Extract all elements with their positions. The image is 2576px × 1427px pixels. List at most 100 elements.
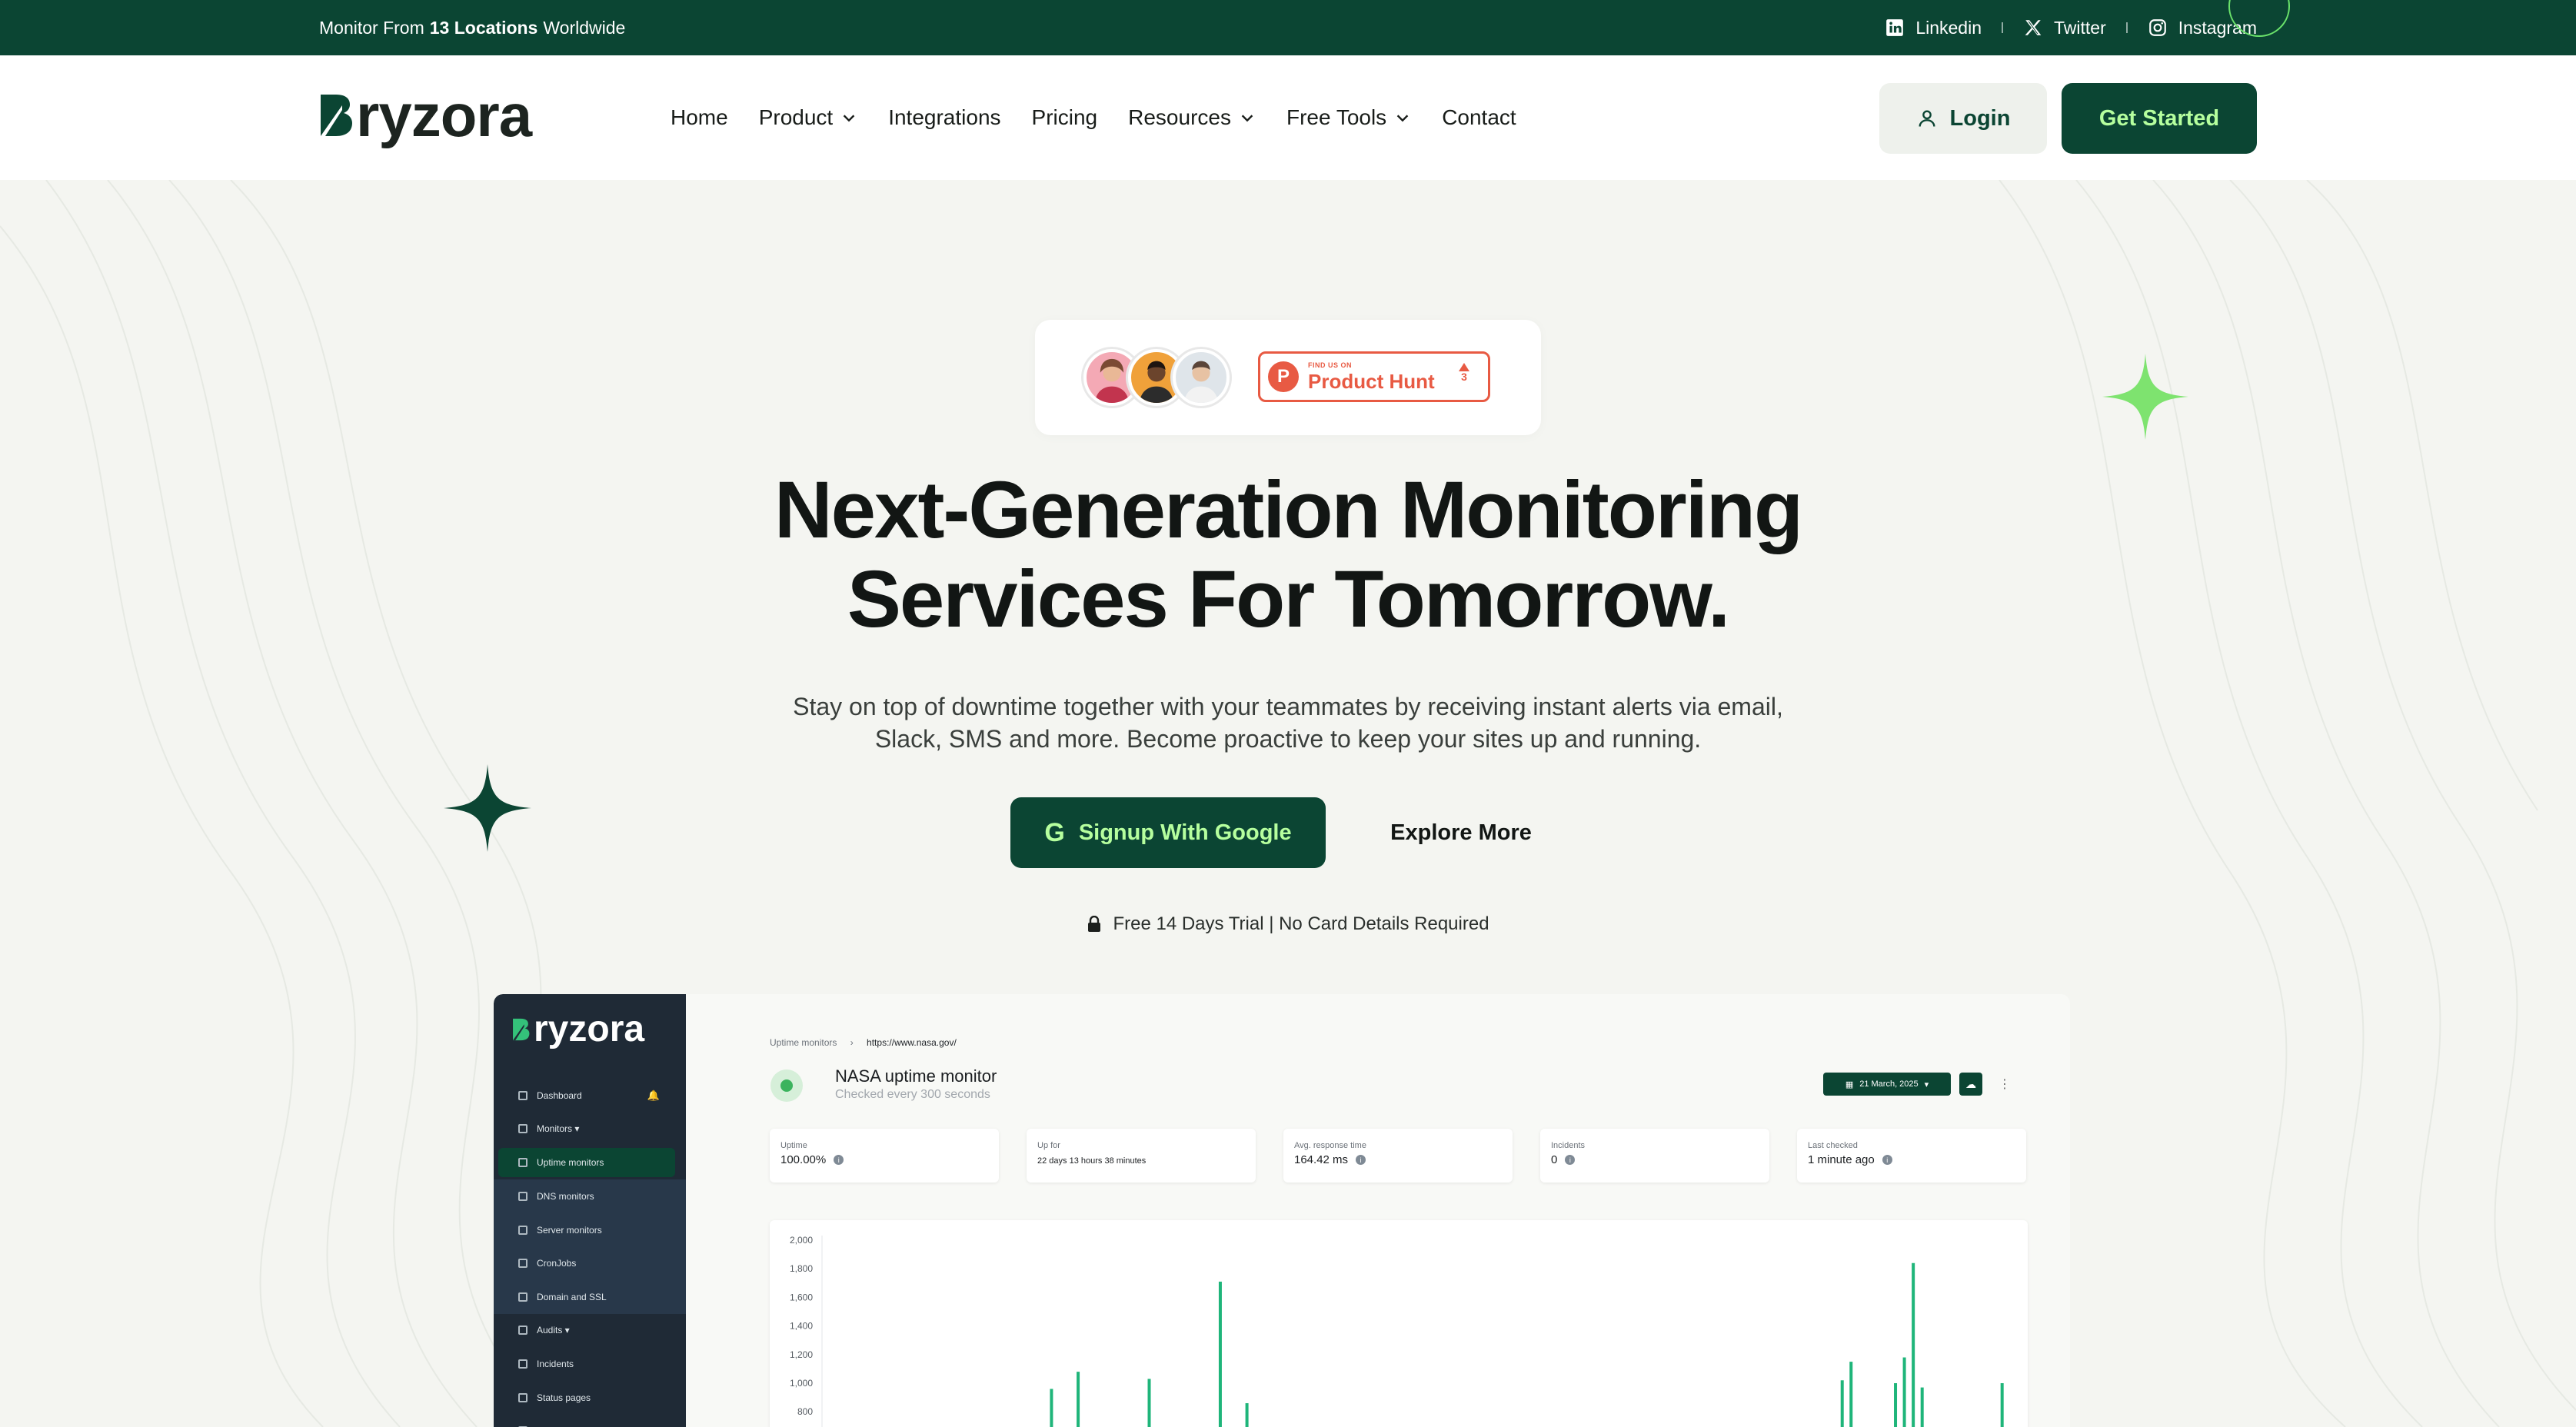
info-icon[interactable]: i	[1356, 1155, 1366, 1165]
login-button[interactable]: Login	[1879, 83, 2047, 154]
user-avatars	[1083, 349, 1230, 406]
logo[interactable]: ryzora	[319, 81, 532, 149]
stat-label: Up for	[1037, 1141, 1060, 1150]
get-started-label: Get Started	[2098, 105, 2220, 131]
sidebar-item-label: Incidents	[537, 1358, 574, 1369]
chart-bar[interactable]	[1077, 1372, 1080, 1427]
chevron-down-icon	[1241, 115, 1253, 122]
sidebar-item[interactable]: Uptime monitors	[498, 1148, 675, 1178]
nav-contact[interactable]: Contact	[1442, 105, 1516, 130]
sidebar-item[interactable]: Status pages	[494, 1381, 686, 1415]
stat-value-row: 164.42 ms i	[1294, 1153, 1502, 1166]
sidebar-item[interactable]: Monitors ▾	[494, 1113, 686, 1146]
linkedin-link[interactable]: Linkedin	[1885, 18, 1982, 38]
sidebar-item-icon	[518, 1158, 528, 1168]
explore-more-button[interactable]: Explore More	[1353, 797, 1569, 868]
info-icon[interactable]: i	[834, 1155, 844, 1165]
info-icon[interactable]: i	[1565, 1155, 1576, 1165]
breadcrumb-current: https://www.nasa.gov/	[867, 1037, 957, 1048]
nav-home[interactable]: Home	[671, 105, 728, 130]
sidebar-item-label: Status pages	[537, 1392, 591, 1403]
nav-free-tools[interactable]: Free Tools	[1286, 105, 1411, 130]
y-tick-label: 2,000	[790, 1235, 813, 1246]
chart-bar[interactable]	[1894, 1383, 1898, 1427]
stat-uptime: Uptime 100.00% i	[770, 1129, 999, 1183]
nav-label: Home	[671, 105, 728, 129]
chevron-down-icon	[1396, 115, 1409, 122]
sidebar-item[interactable]: Projects	[494, 1414, 686, 1427]
sidebar-item-label: Server monitors	[537, 1224, 602, 1236]
get-started-button[interactable]: Get Started	[2062, 83, 2257, 154]
twitter-link[interactable]: Twitter	[2023, 18, 2106, 38]
sidebar-item[interactable]: DNS monitors	[494, 1179, 686, 1213]
y-tick-label: 1,800	[790, 1263, 813, 1274]
product-hunt-small-text: FIND US ON	[1308, 361, 1353, 369]
sidebar-item[interactable]: Domain and SSL	[494, 1279, 686, 1314]
stat-last-checked: Last checked 1 minute ago i	[1797, 1129, 2026, 1183]
avatar	[1173, 349, 1230, 406]
cloud-download-button[interactable]: ☁	[1959, 1073, 1982, 1096]
dashboard-preview: ryzora Dashboard 🔔 Monitors ▾ Uptime monito…	[494, 994, 2070, 1427]
main-navigation: ryzora Home Product Integrations Pricing…	[0, 55, 2576, 180]
breadcrumb: Uptime monitors › https://www.nasa.gov/	[770, 1037, 957, 1048]
hero-subtitle-line-2: Slack, SMS and more. Become proactive to…	[874, 725, 1702, 753]
social-proof-card: P FIND US ON Product Hunt 3	[1035, 320, 1541, 435]
more-options-icon[interactable]: ⋮	[1999, 1073, 2011, 1096]
divider	[2125, 22, 2128, 33]
chart-canvas: 2,000 1,800 1,600 1,400 1,200 1,000 800	[790, 1235, 2004, 1427]
date-label: 21 March, 2025	[1859, 1079, 1919, 1089]
nav-pricing[interactable]: Pricing	[1032, 105, 1098, 130]
y-tick-label: 800	[797, 1406, 813, 1417]
sidebar-item[interactable]: Server monitors	[494, 1212, 686, 1247]
dashboard-logo-text: ryzora	[534, 1009, 645, 1049]
hero-title: Next-Generation Monitoring Services For …	[0, 466, 2576, 644]
sidebar-item[interactable]: CronJobs	[494, 1246, 686, 1280]
sidebar-item-icon	[518, 1326, 528, 1336]
info-icon[interactable]: i	[1882, 1155, 1892, 1165]
sidebar-item[interactable]: Incidents	[494, 1347, 686, 1381]
signup-google-label: Signup With Google	[1078, 820, 1292, 845]
caret-down-icon: ▾	[1924, 1079, 1929, 1089]
login-label: Login	[1949, 105, 2011, 131]
stat-label: Last checked	[1808, 1141, 1858, 1150]
sidebar-item[interactable]: Dashboard 🔔	[494, 1079, 686, 1113]
sidebar-menu: Dashboard 🔔 Monitors ▾ Uptime monitors DNS m…	[494, 1079, 686, 1427]
chart-bar[interactable]	[1912, 1262, 1915, 1427]
stat-label: Incidents	[1551, 1141, 1586, 1150]
divider	[2002, 22, 2003, 33]
chart-bar[interactable]	[1849, 1362, 1853, 1427]
chart-bar[interactable]	[2000, 1383, 2004, 1427]
product-hunt-icon: P	[1268, 361, 1299, 392]
breadcrumb-parent[interactable]: Uptime monitors	[770, 1037, 837, 1048]
chart-bar[interactable]	[1218, 1281, 1222, 1427]
nav-label: Product	[758, 105, 834, 129]
sidebar-item[interactable]: Audits ▾	[494, 1314, 686, 1348]
chart-bar[interactable]	[1147, 1379, 1151, 1427]
logo-mark-icon	[513, 1018, 530, 1040]
chart-bar[interactable]	[1920, 1387, 1924, 1427]
chart-bar[interactable]	[1840, 1380, 1844, 1427]
bell-icon[interactable]: 🔔	[647, 1089, 660, 1102]
chart-bar[interactable]	[1902, 1357, 1906, 1427]
chevron-down-icon	[843, 115, 855, 122]
sidebar-item-label: CronJobs	[537, 1258, 577, 1269]
nav-resources[interactable]: Resources	[1128, 105, 1256, 130]
sidebar-item-icon	[518, 1392, 528, 1402]
product-hunt-badge[interactable]: P FIND US ON Product Hunt 3	[1258, 351, 1490, 402]
sidebar-item-icon	[518, 1292, 528, 1302]
sidebar-item-label: Monitors ▾	[537, 1123, 580, 1135]
stat-value: 22 days 13 hours 38 minutes	[1037, 1156, 1147, 1166]
response-time-chart: 2,000 1,800 1,600 1,400 1,200 1,000 800	[770, 1220, 2028, 1427]
date-picker-button[interactable]: ▦ 21 March, 2025 ▾	[1823, 1073, 1951, 1096]
twitter-label: Twitter	[2054, 17, 2106, 38]
logo-mark-icon	[321, 95, 352, 136]
stat-value: 164.42 ms	[1294, 1153, 1349, 1166]
nav-integrations[interactable]: Integrations	[888, 105, 1000, 130]
nav-label: Pricing	[1031, 105, 1098, 129]
monitor-subtitle: Checked every 300 seconds	[835, 1088, 990, 1101]
google-icon: G	[1044, 817, 1065, 847]
signup-google-button[interactable]: G Signup With Google	[1010, 797, 1326, 868]
chart-bar[interactable]	[1050, 1389, 1053, 1427]
chart-bar[interactable]	[1245, 1403, 1249, 1427]
nav-product[interactable]: Product	[759, 105, 858, 130]
